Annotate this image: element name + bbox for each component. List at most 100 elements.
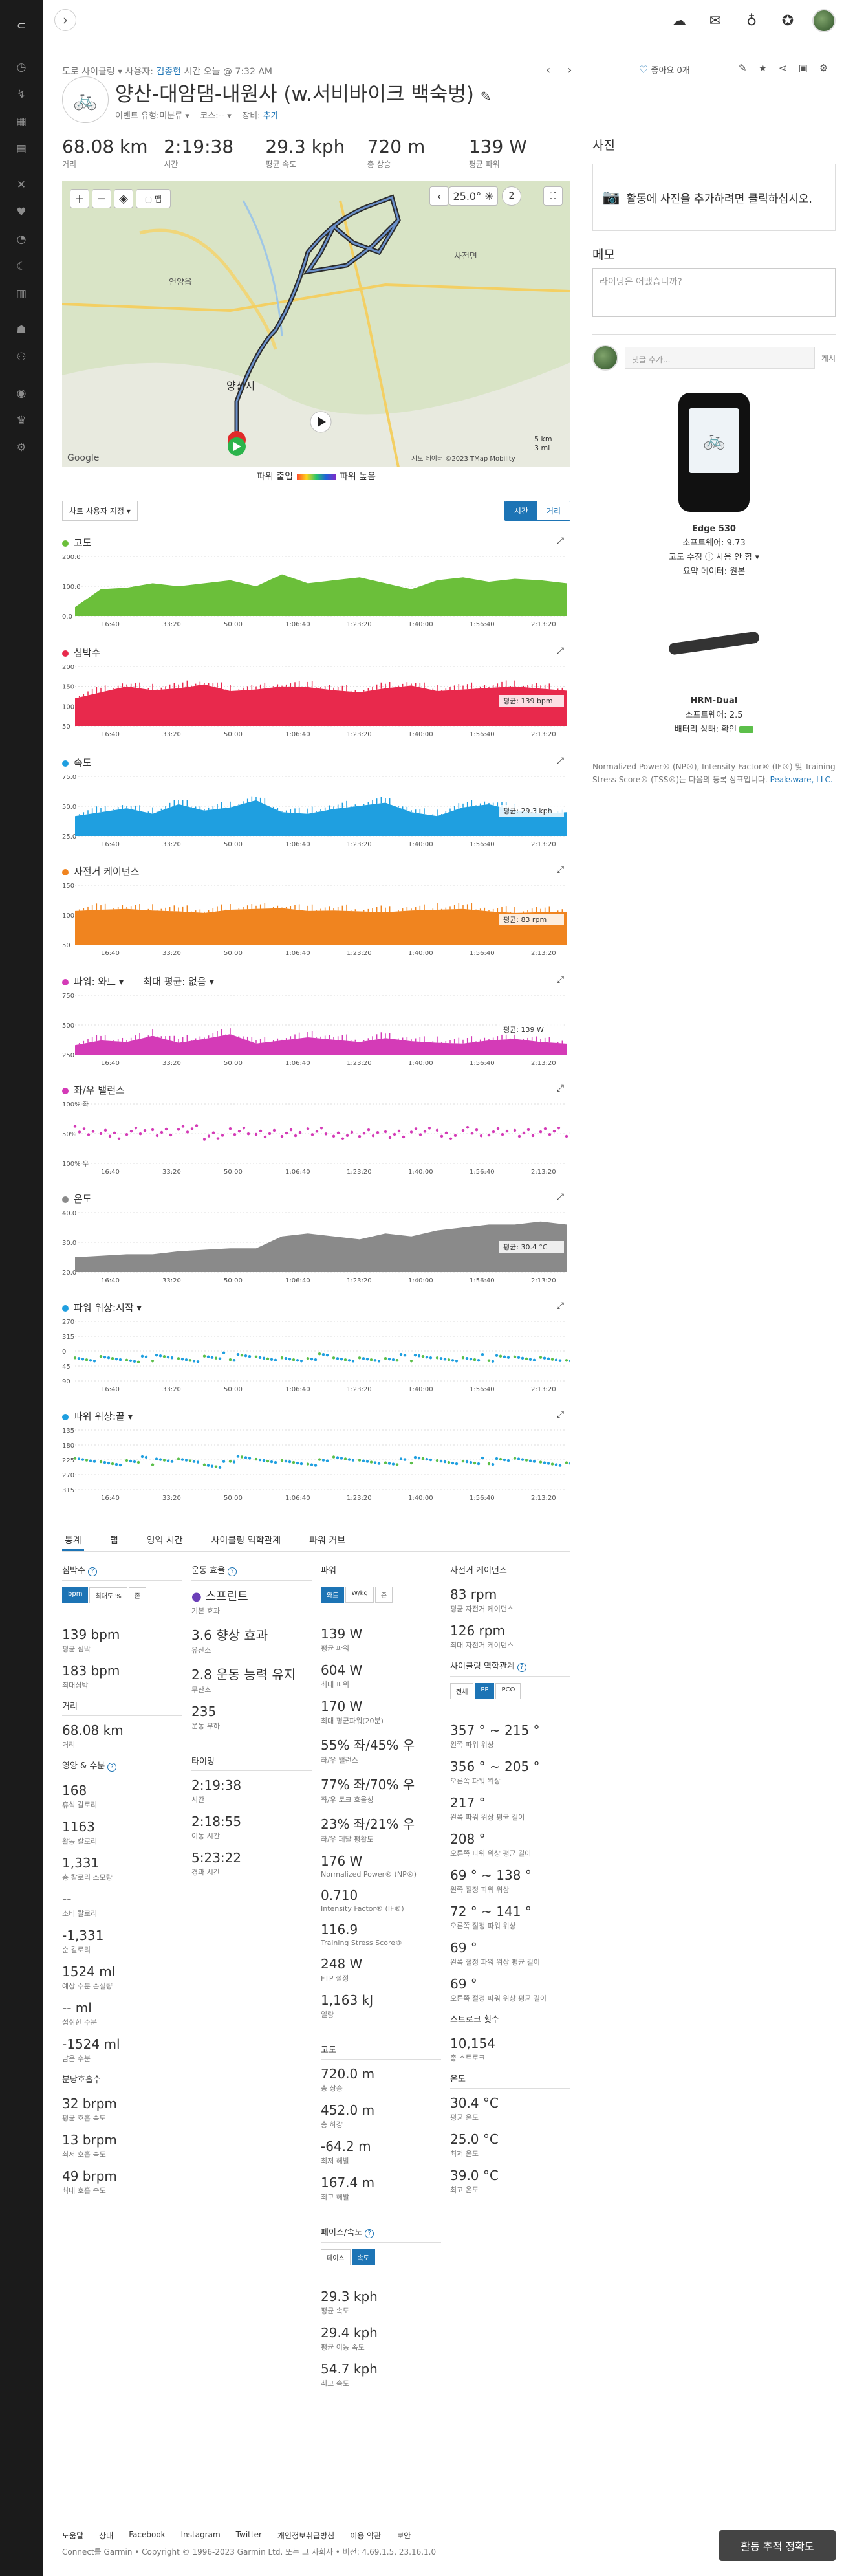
chart-title[interactable]: 자전거 케이던스 [62, 864, 139, 878]
expand-icon[interactable]: ⤢ [557, 646, 564, 656]
map-type-button[interactable]: ▢ 맵 [136, 189, 171, 208]
add-photo-button[interactable]: 📷 활동에 사진을 추가하려면 클릭하십시오. [592, 164, 836, 231]
footer-link[interactable]: 도움말 [62, 2530, 83, 2541]
chart-title[interactable]: 온도 [62, 1192, 92, 1205]
activity-accuracy-button[interactable]: 활동 추적 정확도 [719, 2530, 836, 2561]
expand-icon[interactable]: ⤢ [557, 1301, 564, 1311]
star-icon[interactable]: ★ [759, 62, 767, 74]
gear-icon[interactable]: ⚙ [14, 440, 29, 456]
dyn-pp-button[interactable]: PP [475, 1683, 495, 1699]
toggle-distance[interactable]: 거리 [537, 501, 570, 520]
settings-icon[interactable]: ⚙ [819, 62, 828, 74]
help-icon[interactable]: ? [227, 1567, 237, 1576]
toggle-time[interactable]: 시간 [504, 501, 537, 520]
weather-badge[interactable]: 2 [502, 186, 521, 206]
peaksware-link[interactable]: Peaksware, LLC. [770, 775, 833, 784]
footer-link[interactable]: 이용 약관 [350, 2530, 381, 2541]
performance-icon[interactable]: ◔ [14, 232, 29, 247]
footer-link[interactable]: 개인정보취급방침 [277, 2530, 334, 2541]
groups-icon[interactable]: ⚇ [14, 349, 29, 365]
layers-icon[interactable]: ◈ [114, 189, 133, 208]
prev-activity-icon[interactable]: ‹ [546, 63, 550, 77]
chart-plot[interactable]: 100% 좌 50% 100% 우 16:40 33:20 50:00 1:06:40 1:2… [62, 1099, 570, 1183]
dashboard-icon[interactable]: ◷ [14, 60, 29, 75]
training-icon[interactable]: ✕ [14, 177, 29, 193]
power-watts-button[interactable]: 와트 [321, 1587, 345, 1603]
page-title[interactable]: 양산-대암댐-내원사 (w.서비바이크 백숙벙) ✎ [115, 78, 492, 107]
inbox-icon[interactable]: ✉ [704, 9, 727, 32]
chart-bal[interactable]: 좌/우 밸런스 ⤢ 100% 좌 50% 100% 우 16:40 33:20 50:00 1:… [62, 1083, 570, 1187]
expand-icon[interactable]: ⤢ [557, 1192, 564, 1202]
avatar[interactable] [812, 9, 836, 32]
share-icon[interactable]: ⋖ [779, 62, 787, 74]
trophy-icon[interactable]: ♛ [14, 413, 29, 428]
speed-button[interactable]: 속도 [351, 2249, 376, 2265]
help-icon[interactable]: ? [87, 1567, 97, 1576]
add-gear-link[interactable]: 추가 [263, 111, 279, 121]
connections-icon[interactable]: ☗ [14, 322, 29, 338]
collapse-nav-button[interactable]: › [54, 9, 76, 31]
help-icon[interactable]: ? [517, 1663, 526, 1672]
chart-title[interactable]: 파워: 와트 ▾ 최대 평균: 없음 ▾ [62, 974, 214, 988]
expand-icon[interactable]: ⤢ [557, 974, 564, 985]
insights-icon[interactable]: ▥ [14, 286, 29, 302]
expand-icon[interactable]: ⤢ [557, 1409, 564, 1420]
help-icon[interactable]: ? [107, 1763, 117, 1772]
chart-title[interactable]: 좌/우 밸런스 [62, 1083, 125, 1097]
notes-input[interactable]: 라이딩은 어땠습니까? [592, 268, 836, 317]
chart-title[interactable]: 심박수 [62, 646, 100, 659]
hr-pct-button[interactable]: 최대도 % [89, 1587, 127, 1603]
tab-dynamics[interactable]: 사이클링 역학관계 [209, 1530, 284, 1551]
sleep-icon[interactable]: ☾ [14, 259, 29, 274]
zoom-out-button[interactable]: − [92, 189, 111, 208]
comment-input[interactable]: 댓글 추가... [625, 347, 815, 369]
calendar-icon[interactable]: ▦ [14, 114, 29, 129]
footer-link[interactable]: Twitter [236, 2530, 262, 2541]
user-link[interactable]: 김종현 [156, 67, 181, 77]
chart-title[interactable]: 고도 [62, 536, 92, 549]
edit-icon[interactable]: ✎ [739, 62, 747, 74]
dyn-all-button[interactable]: 전체 [450, 1683, 474, 1699]
chart-elev[interactable]: 고도 ⤢ 200.0 100.0 0.0 16:40 33:20 50:00 1:06:40 1:… [62, 536, 570, 639]
dyn-pco-button[interactable]: PCO [495, 1683, 521, 1699]
chart-plot[interactable]: 75.0 50.0 25.0 평균: 29.3 kph 16:40 33:20 50:00 1… [62, 771, 570, 855]
tab-stats[interactable]: 통계 [62, 1530, 84, 1551]
health-icon[interactable]: ♥ [14, 204, 29, 220]
map-canvas[interactable]: 양산시 언양읍 사전면 Google 지도 데이터 ©2023 TMap Mob… [62, 181, 570, 467]
reports-icon[interactable]: ▤ [14, 141, 29, 157]
edit-icon[interactable]: ✎ [481, 89, 492, 104]
customize-charts-dropdown[interactable]: 차트 사용자 지정 ▾ [62, 501, 138, 521]
power-zone-button[interactable]: 존 [374, 1587, 393, 1603]
fullscreen-icon[interactable]: ⛶ [543, 186, 563, 206]
route-map[interactable]: 양산시 언양읍 사전면 Google 지도 데이터 ©2023 TMap Mob… [62, 181, 570, 467]
expand-icon[interactable]: ⤢ [557, 756, 564, 766]
max-avg-dropdown[interactable]: 최대 평균: 없음 ▾ [143, 976, 214, 987]
app-icon[interactable]: ✪ [776, 9, 799, 32]
lock-icon[interactable]: ▣ [799, 62, 808, 74]
activity-type-label[interactable]: 도로 사이클링 ▾ 사용자: [62, 67, 153, 77]
pace-button[interactable]: 페이스 [321, 2249, 351, 2265]
chart-pps[interactable]: 파워 위상:시작 ▾ ⤢ 270 315 0 45 90 16:40 33:20 50:00 1:0… [62, 1301, 570, 1404]
garmin-logo-icon[interactable]: ⊂ [14, 18, 29, 34]
like-button[interactable]: ♡ 좋아요 0개 [639, 63, 690, 76]
hr-zone-button[interactable]: 존 [128, 1587, 146, 1603]
event-type-dropdown[interactable]: 이벤트 유형:미분류 ▾ [115, 111, 189, 121]
chart-ppe[interactable]: 파워 위상:끝 ▾ ⤢ 135 180 225 270 315 16:40 33:20 50:00… [62, 1409, 570, 1513]
notifications-icon[interactable]: ♁ [740, 9, 763, 32]
course-dropdown[interactable]: 코스:-- ▾ [200, 111, 231, 121]
tab-zones[interactable]: 영역 시간 [144, 1530, 186, 1551]
chart-plot[interactable]: 270 315 0 45 90 16:40 33:20 50:00 1:06:40 1:23:20… [62, 1316, 570, 1400]
chart-title[interactable]: 속도 [62, 756, 92, 769]
chart-plot[interactable]: 40.0 30.0 20.0 평균: 30.4 °C 16:40 33:20 50:00 1:… [62, 1207, 570, 1292]
chart-plot[interactable]: 200 150 100 50 평균: 139 bpm 16:40 33:20 50:00 1:0… [62, 661, 570, 745]
tab-power-curve[interactable]: 파워 커브 [307, 1530, 348, 1551]
post-comment-button[interactable]: 게시 [821, 353, 836, 364]
hr-bpm-button[interactable]: bpm [62, 1587, 89, 1603]
chart-plot[interactable]: 135 180 225 270 315 16:40 33:20 50:00 1:06:40 1:2… [62, 1425, 570, 1509]
activities-icon[interactable]: ↯ [14, 87, 29, 102]
help-icon[interactable]: ? [365, 2229, 374, 2238]
footer-link[interactable]: 상태 [99, 2530, 113, 2541]
footer-link[interactable]: 보안 [396, 2530, 411, 2541]
chart-title[interactable]: 파워 위상:끝 ▾ [62, 1409, 133, 1423]
tab-laps[interactable]: 랩 [107, 1530, 121, 1551]
